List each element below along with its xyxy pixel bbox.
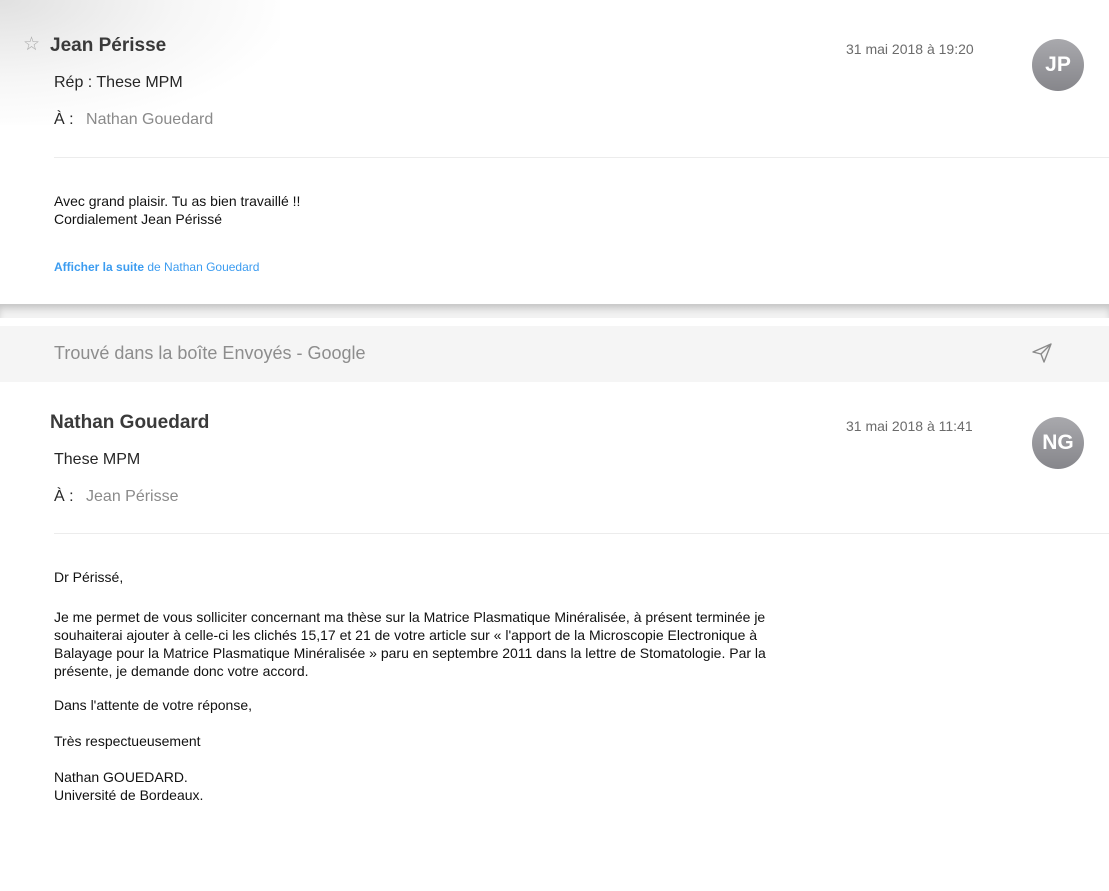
avatar-initials: NG <box>1042 431 1074 454</box>
header-divider <box>54 533 1109 534</box>
header-fade-decoration <box>0 0 280 125</box>
sender-name: Jean Périsse <box>50 35 167 56</box>
message-body-line: Avec grand plaisir. Tu as bien travaillé… <box>54 193 301 209</box>
message-greeting: Dr Périssé, <box>54 569 124 585</box>
message-date: 31 mai 2018 à 11:41 <box>846 418 973 434</box>
message-subject: Rép : These MPM <box>54 74 183 91</box>
message-body-line: souhaiterai ajouter à celle-ci les clich… <box>54 627 758 643</box>
message-body-line: Cordialement Jean Périssé <box>54 211 223 227</box>
sender-name: Nathan Gouedard <box>50 412 210 433</box>
recipient-name[interactable]: Jean Périsse <box>86 488 179 505</box>
recipient-row: À : Jean Périsse <box>54 488 179 506</box>
header-divider <box>54 157 1109 158</box>
send-icon[interactable] <box>1030 341 1054 365</box>
to-label: À : <box>54 111 74 128</box>
star-outline-icon[interactable]: ☆ <box>23 35 40 55</box>
message-body-line: Très respectueusement <box>54 733 201 749</box>
message-original[interactable]: Nathan Gouedard 31 mai 2018 à 11:41 NG T… <box>0 382 1109 891</box>
avatar-initials: JP <box>1045 53 1071 76</box>
signature-line: Nathan GOUEDARD. <box>54 769 188 785</box>
message-reply[interactable]: ☆ Jean Périsse 31 mai 2018 à 19:20 JP Ré… <box>0 0 1109 312</box>
message-body-line: Balayage pour la Matrice Plasmatique Min… <box>54 645 766 661</box>
message-body-line: présente, je demande donc votre accord. <box>54 663 309 679</box>
avatar: JP <box>1032 39 1084 91</box>
show-more-link[interactable]: Afficher la suite de Nathan Gouedard <box>54 260 259 274</box>
message-separator <box>0 304 1109 318</box>
recipient-row: À : Nathan Gouedard <box>54 111 213 129</box>
found-in-label: Trouvé dans la boîte Envoyés - Google <box>54 343 366 363</box>
message-body-line: Dans l'attente de votre réponse, <box>54 697 253 713</box>
message-subject: These MPM <box>54 451 141 468</box>
mail-thread-view: ☆ Jean Périsse 31 mai 2018 à 19:20 JP Ré… <box>0 0 1109 891</box>
recipient-name[interactable]: Nathan Gouedard <box>86 111 213 128</box>
show-more-label[interactable]: Afficher la suite <box>54 260 144 274</box>
message-date: 31 mai 2018 à 19:20 <box>846 41 974 57</box>
show-more-rest[interactable]: de Nathan Gouedard <box>144 260 259 274</box>
signature-line: Université de Bordeaux. <box>54 787 204 803</box>
to-label: À : <box>54 488 74 505</box>
message-body-line: Je me permet de vous solliciter concerna… <box>54 609 766 625</box>
found-in-mailbox-bar: Trouvé dans la boîte Envoyés - Google <box>0 326 1109 382</box>
avatar: NG <box>1032 417 1084 469</box>
